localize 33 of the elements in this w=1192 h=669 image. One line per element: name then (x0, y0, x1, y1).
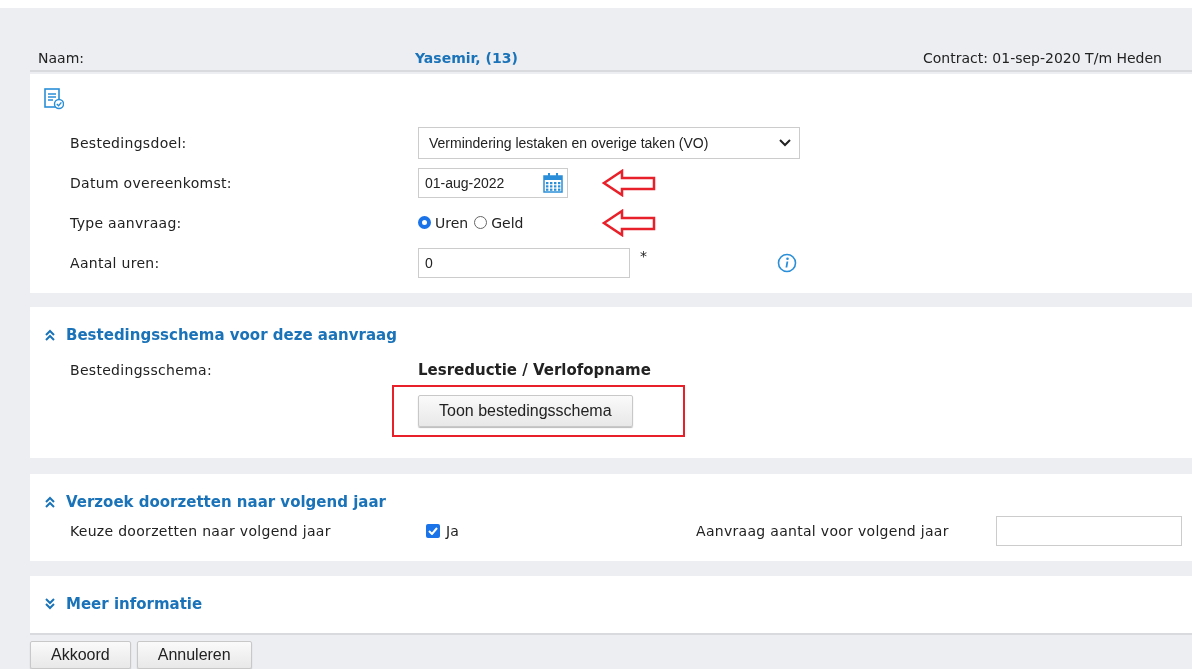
contract-period: Contract: 01-sep-2020 T/m Heden (922, 49, 1162, 66)
field-label: Aantal uren: (70, 254, 161, 271)
dialog-button[interactable]: Akkoord (30, 641, 131, 669)
checkbox[interactable]: Ja (426, 523, 696, 540)
schema-name: Lesreductie / Verlofopname (418, 360, 651, 379)
calendar-icon[interactable] (543, 172, 563, 193)
dialog-button[interactable]: Annuleren (136, 641, 252, 669)
collapse-icon[interactable] (44, 496, 56, 509)
info-icon[interactable] (777, 252, 797, 273)
hours-field[interactable]: 0 (418, 247, 630, 278)
show-schema-button[interactable]: Toon bestedingsschema (418, 394, 633, 427)
date-field[interactable]: 01-aug-2022 (418, 167, 568, 198)
required-mark: * (640, 247, 647, 264)
section-title[interactable]: Bestedingsschema voor deze aanvraag (66, 325, 397, 344)
radio-option[interactable]: Geld (474, 214, 524, 231)
section-title[interactable]: Verzoek doorzetten naar volgend jaar (66, 493, 386, 512)
amount-field[interactable] (996, 516, 1182, 547)
name-label: Naam: (38, 49, 85, 66)
employee-name: Yasemir, (13) (415, 49, 519, 66)
checkmark-icon (428, 527, 438, 536)
select-field[interactable]: Vermindering lestaken en overige taken (VO) (418, 126, 800, 159)
collapse-icon[interactable] (44, 328, 56, 341)
field-label: Keuze doorzetten naar volgend jaar (70, 523, 332, 540)
field-label: Datum overeenkomst: (70, 174, 233, 191)
field-label: Bestedingsdoel: (70, 134, 188, 151)
field-label: Bestedingsschema: (70, 361, 213, 378)
radio-option[interactable]: Uren (418, 214, 469, 231)
field-label: Type aanvraag: (70, 214, 183, 231)
document-check-icon (44, 87, 64, 110)
field-label: Aanvraag aantal voor volgend jaar (696, 523, 950, 540)
section-title[interactable]: Meer informatie (66, 595, 203, 614)
chevron-down-icon (779, 138, 791, 147)
expand-icon[interactable] (44, 598, 56, 611)
